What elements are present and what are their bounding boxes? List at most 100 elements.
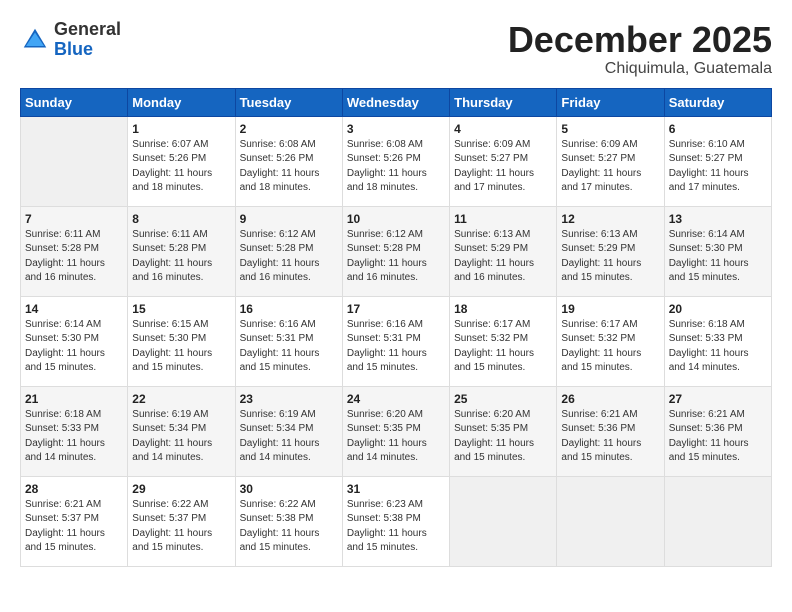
day-number: 27	[669, 392, 767, 406]
calendar-cell: 19Sunrise: 6:17 AMSunset: 5:32 PMDayligh…	[557, 296, 664, 386]
day-number: 21	[25, 392, 123, 406]
calendar-cell	[664, 476, 771, 566]
calendar-cell: 26 Sunrise: 6:21 AMSunset: 5:36 PMDayligh…	[557, 386, 664, 476]
title-block: December 2025 Chiquimula, Guatemala	[508, 20, 772, 78]
month-title: December 2025	[508, 20, 772, 60]
calendar-cell	[557, 476, 664, 566]
day-number: 6	[669, 122, 767, 136]
day-info: Sunrise: 6:18 AMSunset: 5:33 PMDaylight:…	[669, 318, 767, 376]
calendar-week-3: 14 Sunrise: 6:14 AMSunset: 5:30 PMDayligh…	[21, 296, 772, 386]
calendar-week-5: 28 Sunrise: 6:21 AMSunset: 5:37 PMDayligh…	[21, 476, 772, 566]
day-info: Sunrise: 6:19 AMSunset: 5:34 PMDaylight:…	[240, 408, 338, 466]
day-number: 16	[240, 302, 338, 316]
calendar-cell: 16 Sunrise: 6:16 AMSunset: 5:31 PMDayligh…	[235, 296, 342, 386]
day-number: 8	[132, 212, 230, 226]
day-info: Sunrise: 6:19 AMSunset: 5:34 PMDaylight:…	[132, 408, 230, 466]
column-header-saturday: Saturday	[664, 88, 771, 116]
calendar-week-2: 7 Sunrise: 6:11 AMSunset: 5:28 PMDaylight…	[21, 206, 772, 296]
calendar-cell: 11 Sunrise: 6:13 AMSunset: 5:29 PMDayligh…	[450, 206, 557, 296]
day-info: Sunrise: 6:23 AMSunset: 5:38 PMDaylight:…	[347, 498, 445, 556]
page-header: General Blue December 2025 Chiquimula, G…	[20, 20, 772, 78]
day-info: Sunrise: 6:07 AMSunset: 5:26 PMDaylight:…	[132, 138, 230, 196]
day-info: Sunrise: 6:11 AMSunset: 5:28 PMDaylight:…	[25, 228, 123, 286]
day-info: Sunrise: 6:17 AMSunset: 5:32 PMDaylight:…	[561, 318, 659, 376]
day-number: 23	[240, 392, 338, 406]
day-number: 26	[561, 392, 659, 406]
day-info: Sunrise: 6:16 AMSunset: 5:31 PMDaylight:…	[240, 318, 338, 376]
calendar-cell: 25Sunrise: 6:20 AMSunset: 5:35 PMDayligh…	[450, 386, 557, 476]
calendar-cell: 21 Sunrise: 6:18 AMSunset: 5:33 PMDayligh…	[21, 386, 128, 476]
column-header-tuesday: Tuesday	[235, 88, 342, 116]
logo-blue-text: Blue	[54, 39, 93, 59]
calendar-cell: 5Sunrise: 6:09 AMSunset: 5:27 PMDaylight…	[557, 116, 664, 206]
calendar-cell: 13Sunrise: 6:14 AMSunset: 5:30 PMDayligh…	[664, 206, 771, 296]
day-info: Sunrise: 6:14 AMSunset: 5:30 PMDaylight:…	[669, 228, 767, 286]
day-number: 3	[347, 122, 445, 136]
column-header-sunday: Sunday	[21, 88, 128, 116]
day-number: 11	[454, 212, 552, 226]
calendar-cell: 4Sunrise: 6:09 AMSunset: 5:27 PMDaylight…	[450, 116, 557, 206]
day-info: Sunrise: 6:21 AMSunset: 5:36 PMDaylight:…	[669, 408, 767, 466]
day-number: 28	[25, 482, 123, 496]
day-number: 29	[132, 482, 230, 496]
day-info: Sunrise: 6:21 AMSunset: 5:36 PMDaylight:…	[561, 408, 659, 466]
calendar-week-4: 21 Sunrise: 6:18 AMSunset: 5:33 PMDayligh…	[21, 386, 772, 476]
calendar-cell: 20 Sunrise: 6:18 AMSunset: 5:33 PMDayligh…	[664, 296, 771, 386]
day-info: Sunrise: 6:18 AMSunset: 5:33 PMDaylight:…	[25, 408, 123, 466]
column-header-wednesday: Wednesday	[342, 88, 449, 116]
day-info: Sunrise: 6:08 AMSunset: 5:26 PMDaylight:…	[347, 138, 445, 196]
day-number: 24	[347, 392, 445, 406]
day-number: 20	[669, 302, 767, 316]
calendar-cell: 29 Sunrise: 6:22 AMSunset: 5:37 PMDayligh…	[128, 476, 235, 566]
day-number: 15	[132, 302, 230, 316]
calendar-cell: 2 Sunrise: 6:08 AMSunset: 5:26 PMDaylight…	[235, 116, 342, 206]
logo-icon	[20, 25, 50, 55]
calendar-week-1: 1 Sunrise: 6:07 AMSunset: 5:26 PMDaylight…	[21, 116, 772, 206]
calendar-header-row: SundayMondayTuesdayWednesdayThursdayFrid…	[21, 88, 772, 116]
logo: General Blue	[20, 20, 121, 60]
day-number: 1	[132, 122, 230, 136]
day-number: 10	[347, 212, 445, 226]
day-info: Sunrise: 6:22 AMSunset: 5:38 PMDaylight:…	[240, 498, 338, 556]
day-info: Sunrise: 6:21 AMSunset: 5:37 PMDaylight:…	[25, 498, 123, 556]
calendar-cell: 8 Sunrise: 6:11 AMSunset: 5:28 PMDaylight…	[128, 206, 235, 296]
day-info: Sunrise: 6:15 AMSunset: 5:30 PMDaylight:…	[132, 318, 230, 376]
day-info: Sunrise: 6:20 AMSunset: 5:35 PMDaylight:…	[454, 408, 552, 466]
day-info: Sunrise: 6:09 AMSunset: 5:27 PMDaylight:…	[561, 138, 659, 196]
location-text: Chiquimula, Guatemala	[508, 60, 772, 78]
day-info: Sunrise: 6:16 AMSunset: 5:31 PMDaylight:…	[347, 318, 445, 376]
day-number: 14	[25, 302, 123, 316]
day-number: 4	[454, 122, 552, 136]
calendar-cell: 6 Sunrise: 6:10 AMSunset: 5:27 PMDaylight…	[664, 116, 771, 206]
day-info: Sunrise: 6:13 AMSunset: 5:29 PMDaylight:…	[561, 228, 659, 286]
day-number: 17	[347, 302, 445, 316]
calendar-cell: 31 Sunrise: 6:23 AMSunset: 5:38 PMDayligh…	[342, 476, 449, 566]
calendar-cell: 28 Sunrise: 6:21 AMSunset: 5:37 PMDayligh…	[21, 476, 128, 566]
day-info: Sunrise: 6:20 AMSunset: 5:35 PMDaylight:…	[347, 408, 445, 466]
day-info: Sunrise: 6:12 AMSunset: 5:28 PMDaylight:…	[347, 228, 445, 286]
day-info: Sunrise: 6:22 AMSunset: 5:37 PMDaylight:…	[132, 498, 230, 556]
calendar-cell: 7 Sunrise: 6:11 AMSunset: 5:28 PMDaylight…	[21, 206, 128, 296]
calendar-cell: 24 Sunrise: 6:20 AMSunset: 5:35 PMDayligh…	[342, 386, 449, 476]
day-info: Sunrise: 6:10 AMSunset: 5:27 PMDaylight:…	[669, 138, 767, 196]
calendar-cell	[21, 116, 128, 206]
day-number: 18	[454, 302, 552, 316]
day-info: Sunrise: 6:11 AMSunset: 5:28 PMDaylight:…	[132, 228, 230, 286]
day-number: 9	[240, 212, 338, 226]
day-info: Sunrise: 6:13 AMSunset: 5:29 PMDaylight:…	[454, 228, 552, 286]
column-header-thursday: Thursday	[450, 88, 557, 116]
calendar-cell: 9 Sunrise: 6:12 AMSunset: 5:28 PMDaylight…	[235, 206, 342, 296]
day-info: Sunrise: 6:12 AMSunset: 5:28 PMDaylight:…	[240, 228, 338, 286]
day-info: Sunrise: 6:14 AMSunset: 5:30 PMDaylight:…	[25, 318, 123, 376]
day-number: 12	[561, 212, 659, 226]
calendar-cell: 3 Sunrise: 6:08 AMSunset: 5:26 PMDaylight…	[342, 116, 449, 206]
day-info: Sunrise: 6:17 AMSunset: 5:32 PMDaylight:…	[454, 318, 552, 376]
day-number: 7	[25, 212, 123, 226]
calendar-cell: 12 Sunrise: 6:13 AMSunset: 5:29 PMDayligh…	[557, 206, 664, 296]
day-info: Sunrise: 6:08 AMSunset: 5:26 PMDaylight:…	[240, 138, 338, 196]
calendar-cell: 17 Sunrise: 6:16 AMSunset: 5:31 PMDayligh…	[342, 296, 449, 386]
column-header-monday: Monday	[128, 88, 235, 116]
calendar-cell: 22Sunrise: 6:19 AMSunset: 5:34 PMDayligh…	[128, 386, 235, 476]
day-number: 31	[347, 482, 445, 496]
day-number: 2	[240, 122, 338, 136]
